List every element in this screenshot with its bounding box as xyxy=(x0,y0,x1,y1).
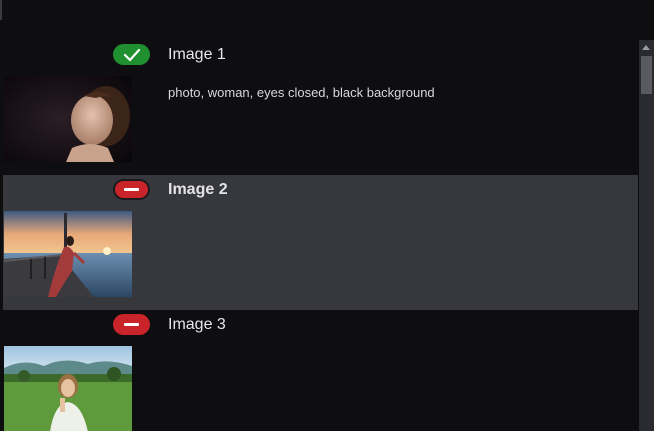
item-title: Image 1 xyxy=(168,46,226,63)
item-title: Image 2 xyxy=(168,181,228,198)
item-caption[interactable]: photo, woman, eyes closed, black backgro… xyxy=(168,84,435,101)
portrait-photo xyxy=(4,76,132,162)
image-list[interactable]: Image 1 photo, woman, eyes closed, black… xyxy=(0,40,638,431)
include-toggle-on[interactable] xyxy=(113,44,150,65)
include-toggle-off[interactable] xyxy=(113,179,150,200)
window-edge xyxy=(0,0,2,20)
scroll-up-icon[interactable] xyxy=(642,45,650,50)
list-item[interactable]: Image 3 xyxy=(3,310,638,431)
include-toggle-off[interactable] xyxy=(113,314,150,335)
field-portrait-photo xyxy=(4,346,132,431)
check-icon xyxy=(123,48,140,61)
list-item-selected[interactable]: Image 2 xyxy=(3,175,638,310)
top-bar xyxy=(0,0,654,40)
pier-sunset-photo xyxy=(4,211,132,297)
item-title: Image 3 xyxy=(168,316,226,333)
scrollbar-thumb[interactable] xyxy=(641,56,652,94)
minus-icon xyxy=(124,188,139,191)
list-item[interactable]: Image 1 photo, woman, eyes closed, black… xyxy=(3,40,638,175)
vertical-scrollbar[interactable] xyxy=(639,40,654,431)
thumbnail-image[interactable] xyxy=(4,76,132,162)
image-caption-list-window: Image 1 photo, woman, eyes closed, black… xyxy=(0,0,654,431)
thumbnail-image[interactable] xyxy=(4,211,132,297)
minus-icon xyxy=(124,323,139,326)
thumbnail-image[interactable] xyxy=(4,346,132,431)
